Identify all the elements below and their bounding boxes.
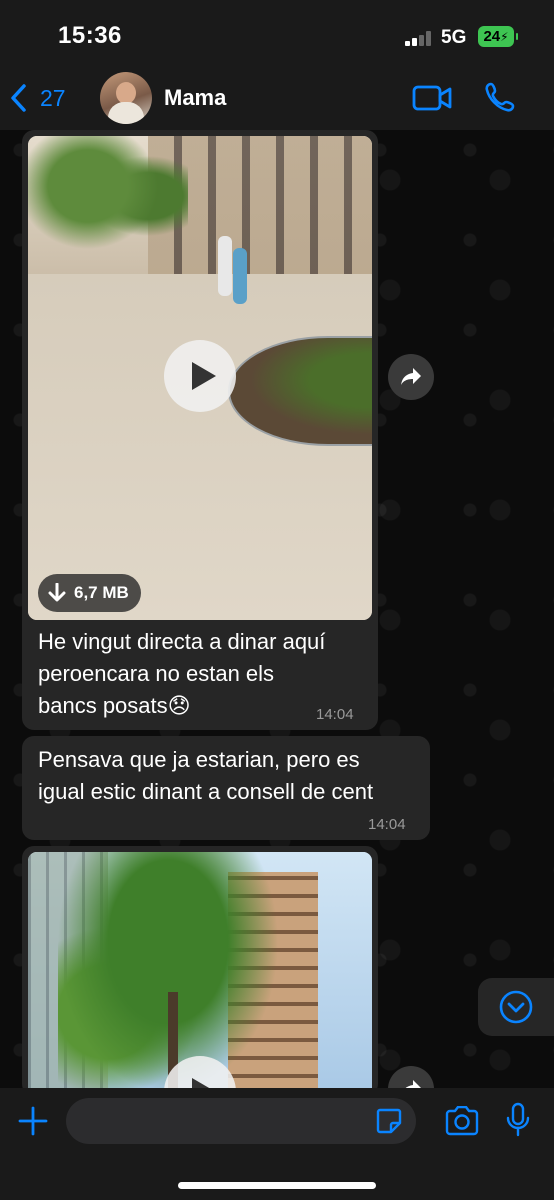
- forward-button[interactable]: [388, 354, 434, 400]
- message-line: igual estic dinant a consell de cent: [38, 779, 374, 804]
- caption-line: peroencara no estan els: [38, 661, 275, 686]
- back-button[interactable]: 27: [8, 80, 66, 116]
- battery-icon: 24⚡: [478, 26, 518, 47]
- mic-icon[interactable]: [504, 1102, 532, 1138]
- chevron-down-icon: [499, 990, 533, 1024]
- plus-icon[interactable]: [18, 1106, 48, 1136]
- avatar[interactable]: [100, 72, 152, 124]
- scroll-to-bottom-button[interactable]: [478, 978, 554, 1036]
- status-time: 15:36: [58, 22, 122, 49]
- phone-icon[interactable]: [484, 81, 516, 113]
- video-size: 6,7 MB: [74, 583, 129, 602]
- message-input[interactable]: [66, 1098, 416, 1144]
- play-button[interactable]: [164, 340, 236, 412]
- download-icon: [48, 583, 66, 602]
- message-bubble-video[interactable]: [22, 846, 378, 1096]
- battery-level: 24: [483, 28, 501, 45]
- message-caption: He vingut directa a dinar aquí peroencar…: [38, 626, 325, 722]
- camera-icon[interactable]: [444, 1106, 480, 1136]
- sticker-icon[interactable]: [376, 1108, 402, 1134]
- message-input-bar: [0, 1088, 554, 1200]
- forward-icon: [401, 368, 421, 385]
- message-bubble-text[interactable]: Pensava que ja estarian, pero es igual e…: [22, 736, 430, 840]
- chat-header: 27 Mama: [0, 66, 554, 130]
- home-indicator: [178, 1182, 376, 1189]
- status-bar: 15:36 5G 24⚡: [0, 0, 554, 66]
- signal-strength-icon: [405, 30, 433, 46]
- message-text: Pensava que ja estarian, pero es igual e…: [38, 744, 373, 808]
- video-thumbnail[interactable]: 6,7 MB: [28, 136, 372, 620]
- download-badge[interactable]: 6,7 MB: [38, 574, 141, 612]
- contact-name[interactable]: Mama: [164, 85, 226, 111]
- video-call-icon[interactable]: [412, 84, 452, 112]
- message-time: 14:04: [368, 816, 406, 833]
- caption-line: bancs posats😞: [38, 693, 191, 718]
- caption-line: He vingut directa a dinar aquí: [38, 629, 326, 654]
- network-type: 5G: [441, 27, 467, 48]
- video-thumbnail[interactable]: [28, 852, 372, 1092]
- back-chevron-icon: [11, 84, 26, 112]
- message-bubble-video[interactable]: 6,7 MB He vingut directa a dinar aquí pe…: [22, 130, 378, 730]
- message-time: 14:04: [316, 706, 354, 723]
- message-line: Pensava que ja estarian, pero es: [38, 747, 360, 772]
- unread-count: 27: [40, 84, 66, 111]
